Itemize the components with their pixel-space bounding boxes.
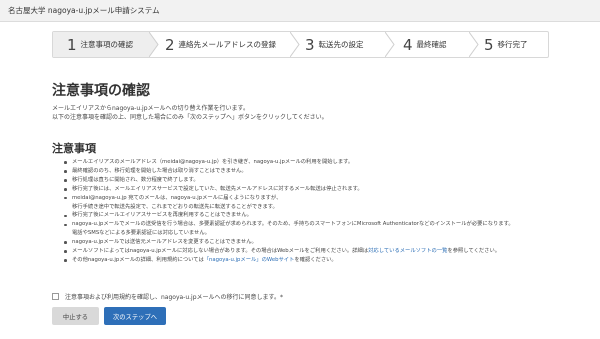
step-number: 4 bbox=[403, 35, 413, 54]
bullet-icon bbox=[64, 223, 67, 227]
list-item: 移行完了後にメールエイリアスサービスを再度利用することはできません。 bbox=[64, 211, 584, 220]
step-label: 最終確認 bbox=[416, 40, 447, 49]
step-5: 5 移行完了 bbox=[484, 32, 528, 57]
bullet-icon bbox=[64, 250, 67, 253]
bullet-icon bbox=[64, 170, 67, 173]
cancel-button[interactable]: 中止する bbox=[52, 307, 99, 325]
step-2: 2 連絡先メールアドレスの登録 bbox=[165, 32, 276, 57]
list-item: その他nagoya-u.jpメールの詳細、利用規約については「nagoya-u.… bbox=[64, 256, 584, 265]
bullet-icon bbox=[64, 187, 67, 191]
agree-row[interactable]: 注意事項および利用規約を確認し、nagoya-u.jpメールへの移行に同意します… bbox=[52, 292, 283, 301]
step-divider-chevron bbox=[290, 32, 300, 57]
list-item: meidai@nagoya-u.jp 宛てのメールは、nagoya-u.jpメー… bbox=[64, 194, 584, 203]
agree-checkbox[interactable] bbox=[52, 293, 59, 300]
app-title: 名古屋大学 nagoya-u.jpメール申請システム bbox=[8, 6, 160, 15]
list-item: 移行完了後には、メールエイリアスサービスで設定していた、転送先メールアドレスに対… bbox=[64, 185, 584, 194]
list-item: 移行処理は直ちに開始され、数分程度で終了します。 bbox=[64, 176, 584, 185]
step-label: 移行完了 bbox=[497, 40, 528, 49]
step-divider-chevron bbox=[385, 32, 395, 57]
step-label: 連絡先メールアドレスの登録 bbox=[178, 40, 277, 49]
list-item: 最終確認ののち、移行処理を開始した場合は取り消すことはできません。 bbox=[64, 167, 584, 176]
bullet-icon bbox=[64, 161, 67, 164]
step-number: 3 bbox=[305, 35, 315, 54]
list-item: nagoya-u.jpメールでメールの送受信を行う場合は、多要素認証が求められま… bbox=[64, 220, 584, 229]
step-number: 1 bbox=[67, 35, 77, 54]
step-label: 注意事項の確認 bbox=[80, 40, 134, 49]
list-item: nagoya-u.jpメールでは送信元メールアドレスを変更することはできません。 bbox=[64, 238, 584, 247]
step-progress-bar: 1 注意事項の確認 2 連絡先メールアドレスの登録 3 転送先の設定 4 最終確… bbox=[52, 31, 549, 58]
intro-line-1: メールエイリアスからnagoya-u.jpメールへの切り替え作業を行います。 bbox=[52, 105, 249, 112]
step-number: 5 bbox=[484, 35, 494, 54]
list-item: メールエイリアスのメールアドレス（meidai@nagoya-u.jp）を引き継… bbox=[64, 158, 584, 167]
list-item-continuation: 移行手続き途中で転送先設定で、これまでどおりの転送先に転送することができます。 bbox=[72, 203, 278, 210]
next-step-button[interactable]: 次のステップへ bbox=[104, 307, 166, 325]
step-divider-chevron bbox=[469, 32, 479, 57]
notes-list: メールエイリアスのメールアドレス（meidai@nagoya-u.jp）を引き継… bbox=[64, 158, 584, 265]
bullet-icon bbox=[64, 214, 67, 218]
list-item: メールソフトによってはnagoya-u.jpメールに対応しない場合があります。そ… bbox=[64, 247, 584, 256]
step-label: 転送先の設定 bbox=[318, 40, 364, 49]
step-3: 3 転送先の設定 bbox=[305, 32, 364, 57]
bullet-icon bbox=[64, 241, 67, 244]
step-1: 1 注意事項の確認 bbox=[53, 32, 150, 57]
section-title: 注意事項 bbox=[52, 142, 96, 155]
app-header: 名古屋大学 nagoya-u.jpメール申請システム bbox=[0, 0, 600, 22]
bullet-icon bbox=[64, 179, 67, 182]
mail-software-list-link[interactable]: 対応しているメールソフトの一覧 bbox=[368, 248, 447, 254]
agree-label: 注意事項および利用規約を確認し、nagoya-u.jpメールへの移行に同意します… bbox=[65, 294, 283, 301]
step-4: 4 最終確認 bbox=[403, 32, 447, 57]
list-item-continuation: 電話やSMSなどによる多要素認証には対応していません。 bbox=[72, 230, 210, 237]
bullet-icon bbox=[64, 196, 67, 200]
website-link[interactable]: 「nagoya-u.jpメール」のWebサイト bbox=[204, 257, 295, 263]
step-divider-chevron bbox=[149, 32, 159, 57]
bullet-icon bbox=[64, 259, 67, 262]
step-number: 2 bbox=[165, 35, 175, 54]
page-title: 注意事項の確認 bbox=[52, 83, 150, 99]
intro-line-2: 以下の注意事項を確認の上、同意した場合にのみ「次のステップへ」ボタンをクリックし… bbox=[52, 114, 328, 121]
